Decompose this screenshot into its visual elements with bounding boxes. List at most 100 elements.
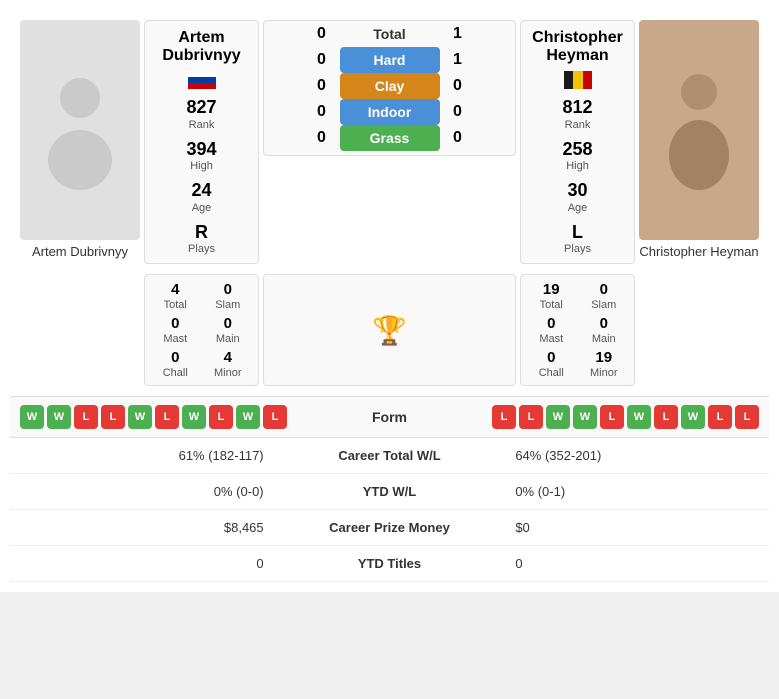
form-pill: L	[654, 405, 678, 429]
form-pill: W	[182, 405, 206, 429]
form-pill: L	[209, 405, 233, 429]
ytd-titles-label: YTD Titles	[276, 546, 504, 582]
form-pill: W	[128, 405, 152, 429]
career-wl-label: Career Total W/L	[276, 438, 504, 474]
ytd-titles-row: 0 YTD Titles 0	[10, 546, 769, 582]
court-total-row: 0 Total 1	[264, 25, 515, 43]
player2-stats: Christopher Heyman 812 Rank 258 High	[520, 20, 635, 264]
hard-score-left: 0	[312, 51, 332, 69]
p1-career-wl: 61% (182-117)	[10, 438, 276, 474]
player2-name: Christopher Heyman	[532, 29, 623, 65]
grass-button: Grass	[340, 125, 440, 151]
form-pill: L	[708, 405, 732, 429]
hard-row: 0 Hard 1	[264, 47, 515, 73]
form-pill: L	[101, 405, 125, 429]
p1-prize: $8,465	[10, 510, 276, 546]
prize-label: Career Prize Money	[276, 510, 504, 546]
player2-name-below: Christopher Heyman	[639, 244, 759, 259]
form-pill: W	[573, 405, 597, 429]
form-pill: L	[600, 405, 624, 429]
total-label: Total	[340, 26, 440, 42]
p1-main: 0 Main	[204, 315, 253, 345]
p1-mini-spacer	[20, 274, 140, 386]
player2-photo	[639, 20, 759, 240]
p2-ytd-wl: 0% (0-1)	[503, 474, 769, 510]
trophy-center: 🏆	[263, 274, 516, 386]
clay-score-left: 0	[312, 77, 332, 95]
player2-photo-col: Christopher Heyman	[639, 20, 759, 259]
indoor-row: 0 Indoor 0	[264, 99, 515, 125]
form-pill: L	[519, 405, 543, 429]
p2-main: 0 Main	[580, 315, 629, 345]
clay-button: Clay	[340, 73, 440, 99]
form-pill: L	[735, 405, 759, 429]
player2-flag	[564, 71, 592, 89]
trophy-icon: 🏆	[372, 314, 407, 347]
player1-plays: R Plays	[153, 222, 250, 256]
grass-row: 0 Grass 0	[264, 125, 515, 151]
total-score-left: 0	[312, 25, 332, 43]
prize-row: $8,465 Career Prize Money $0	[10, 510, 769, 546]
player1-photo	[20, 20, 140, 240]
form-pill: W	[47, 405, 71, 429]
player2-mini-stats: 19 Total 0 Slam 0 Mast 0 Main 0 Chall	[520, 274, 635, 386]
form-pill: L	[263, 405, 287, 429]
player1-name: Artem Dubrivnyy	[162, 29, 240, 65]
p2-slam: 0 Slam	[580, 281, 629, 311]
ytd-wl-label: YTD W/L	[276, 474, 504, 510]
stats-table: 61% (182-117) Career Total W/L 64% (352-…	[10, 438, 769, 582]
form-pill: W	[627, 405, 651, 429]
player1-form: WWLLWLWLWL	[20, 405, 330, 429]
p1-slam: 0 Slam	[204, 281, 253, 311]
p2-chall: 0 Chall	[527, 349, 576, 379]
indoor-score-right: 0	[448, 103, 468, 121]
indoor-score-left: 0	[312, 103, 332, 121]
player1-rank: 827 Rank	[153, 97, 250, 131]
p1-ytd-wl: 0% (0-0)	[10, 474, 276, 510]
p2-career-wl: 64% (352-201)	[503, 438, 769, 474]
clay-row: 0 Clay 0	[264, 73, 515, 99]
form-pill: W	[236, 405, 260, 429]
form-section: WWLLWLWLWL Form LLWWLWLWLL	[10, 396, 769, 438]
player2-age: 30 Age	[529, 180, 626, 214]
player1-flag	[188, 71, 216, 89]
player1-name-below: Artem Dubrivnyy	[20, 244, 140, 259]
p1-total: 4 Total	[151, 281, 200, 311]
form-pill: L	[74, 405, 98, 429]
form-pill: L	[155, 405, 179, 429]
court-panel: 0 Total 1 0 Hard 1 0 Clay 0 0 Indoor 0 0	[263, 20, 516, 156]
p2-ytd-titles: 0	[503, 546, 769, 582]
grass-score-left: 0	[312, 129, 332, 147]
career-wl-row: 61% (182-117) Career Total W/L 64% (352-…	[10, 438, 769, 474]
p1-mast: 0 Mast	[151, 315, 200, 345]
grass-score-right: 0	[448, 129, 468, 147]
total-score-right: 1	[448, 25, 468, 43]
player1-mini-stats: 4 Total 0 Slam 0 Mast 0 Main 0 Chall	[144, 274, 259, 386]
clay-score-right: 0	[448, 77, 468, 95]
player2-plays: L Plays	[529, 222, 626, 256]
form-pill: L	[492, 405, 516, 429]
form-label: Form	[330, 409, 450, 425]
p2-prize: $0	[503, 510, 769, 546]
form-pill: W	[20, 405, 44, 429]
p2-mini-spacer	[639, 274, 759, 386]
player2-form: LLWWLWLWLL	[450, 405, 760, 429]
mini-stats-row: 4 Total 0 Slam 0 Mast 0 Main 0 Chall	[10, 274, 769, 396]
hard-score-right: 1	[448, 51, 468, 69]
p1-ytd-titles: 0	[10, 546, 276, 582]
p2-mast: 0 Mast	[527, 315, 576, 345]
p1-minor: 4 Minor	[204, 349, 253, 379]
player2-high: 258 High	[529, 139, 626, 173]
p2-minor: 19 Minor	[580, 349, 629, 379]
indoor-button: Indoor	[340, 99, 440, 125]
p2-total: 19 Total	[527, 281, 576, 311]
player2-rank: 812 Rank	[529, 97, 626, 131]
p1-chall: 0 Chall	[151, 349, 200, 379]
player1-photo-col: Artem Dubrivnyy	[20, 20, 140, 259]
player1-age: 24 Age	[153, 180, 250, 214]
hard-button: Hard	[340, 47, 440, 73]
form-pill: W	[546, 405, 570, 429]
ytd-wl-row: 0% (0-0) YTD W/L 0% (0-1)	[10, 474, 769, 510]
player1-high: 394 High	[153, 139, 250, 173]
player1-stats: Artem Dubrivnyy 827 Rank 394 High	[144, 20, 259, 264]
